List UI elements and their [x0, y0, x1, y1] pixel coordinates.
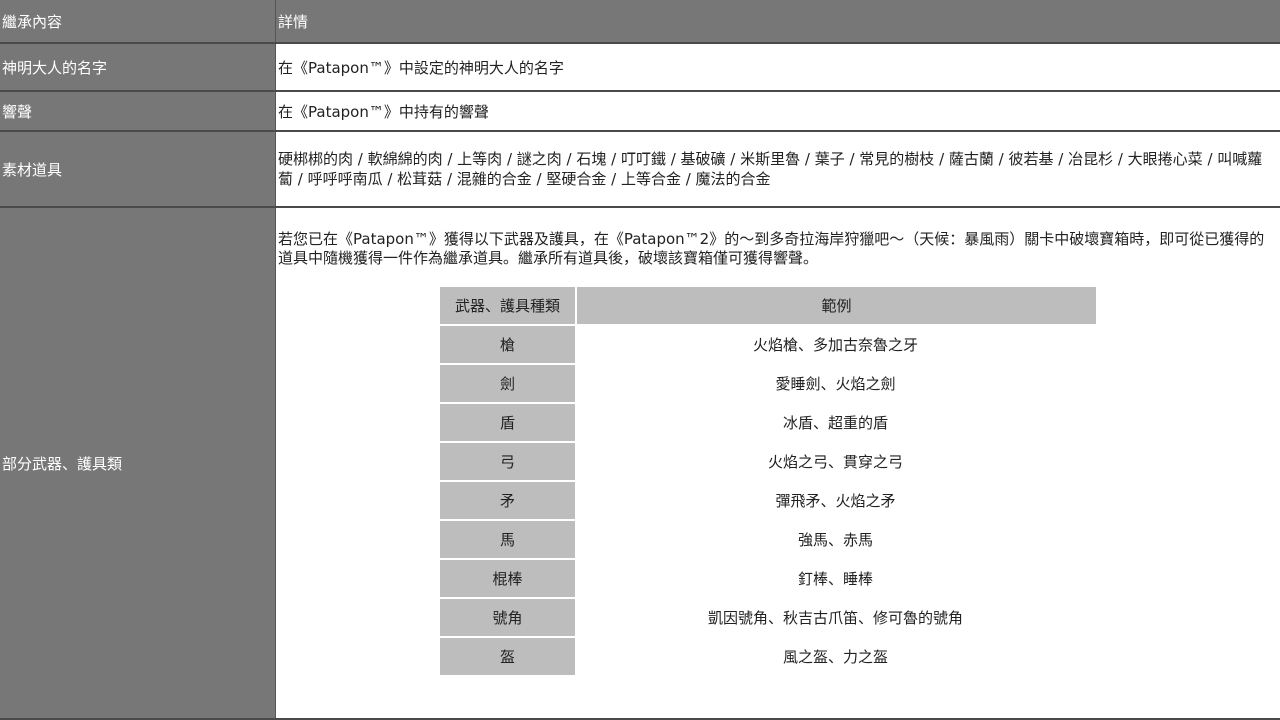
weapon-type: 盔 [440, 638, 575, 675]
weapons-header-type: 武器、護具種類 [440, 287, 575, 324]
weapon-type: 矛 [440, 482, 575, 519]
weapons-row: 劍 愛睡劍、火焰之劍 [440, 365, 1096, 402]
weapon-example: 凱因號角、秋吉古爪笛、修可魯的號角 [707, 609, 963, 627]
weapon-example: 風之盔、力之盔 [782, 648, 888, 666]
weapon-example: 強馬、赤馬 [797, 531, 873, 549]
row-value-sound: 在《Patapon™》中持有的響聲 [278, 102, 489, 121]
weapons-row: 盾 冰盾、超重的盾 [440, 404, 1096, 441]
row-label-materials: 素材道具 [0, 132, 276, 206]
row-label-god-name: 神明大人的名字 [0, 44, 276, 90]
weapon-example: 彈飛矛、火焰之矛 [775, 492, 896, 510]
row-value-materials: 硬梆梆的肉 / 軟綿綿的肉 / 上等肉 / 謎之肉 / 石塊 / 叮叮鐵 / 基… [278, 150, 1263, 188]
weapons-row: 馬 強馬、赤馬 [440, 521, 1096, 558]
weapon-type: 號角 [440, 599, 575, 636]
weapon-example: 愛睡劍、火焰之劍 [775, 375, 896, 393]
table-row: 神明大人的名字 在《Patapon™》中設定的神明大人的名字 [0, 44, 1280, 90]
weapon-type: 槍 [440, 326, 575, 363]
weapon-example: 火焰槍、多加古奈魯之牙 [752, 336, 918, 354]
row-label-weapons: 部分武器、護具類 [0, 208, 276, 718]
weapons-row: 矛 彈飛矛、火焰之矛 [440, 482, 1096, 519]
weapon-type: 盾 [440, 404, 575, 441]
weapon-type: 馬 [440, 521, 575, 558]
weapon-example: 釘棒、睡棒 [797, 570, 873, 588]
weapons-row: 號角 凱因號角、秋吉古爪笛、修可魯的號角 [440, 599, 1096, 636]
weapon-example: 火焰之弓、貫穿之弓 [767, 453, 903, 471]
weapons-header-example: 範例 [577, 287, 1096, 324]
weapons-table-header: 武器、護具種類 範例 [440, 287, 1096, 324]
row-value-god-name: 在《Patapon™》中設定的神明大人的名字 [278, 58, 564, 77]
weapon-example: 冰盾、超重的盾 [782, 414, 888, 432]
weapon-type: 棍棒 [440, 560, 575, 597]
weapons-row: 盔 風之盔、力之盔 [440, 638, 1096, 675]
weapons-row: 弓 火焰之弓、貫穿之弓 [440, 443, 1096, 480]
weapon-type: 弓 [440, 443, 575, 480]
row-label-sound: 響聲 [0, 92, 276, 130]
table-header-row: 繼承內容 詳情 [0, 0, 1280, 42]
table-row: 素材道具 硬梆梆的肉 / 軟綿綿的肉 / 上等肉 / 謎之肉 / 石塊 / 叮叮… [0, 132, 1280, 206]
weapon-type: 劍 [440, 365, 575, 402]
table-row: 響聲 在《Patapon™》中持有的響聲 [0, 92, 1280, 130]
weapons-table: 武器、護具種類 範例 槍 火焰槍、多加古奈魯之牙 劍 愛睡劍、火焰之劍 盾 冰盾… [440, 287, 1096, 677]
weapons-intro-text: 若您已在《Patapon™》獲得以下武器及護具，在《Patapon™2》的～到多… [278, 230, 1265, 267]
weapons-row: 棍棒 釘棒、睡棒 [440, 560, 1096, 597]
weapons-row: 槍 火焰槍、多加古奈魯之牙 [440, 326, 1096, 363]
header-col-details: 詳情 [276, 0, 1280, 42]
inheritance-table: 繼承內容 詳情 神明大人的名字 在《Patapon™》中設定的神明大人的名字 響… [0, 0, 1280, 720]
header-col-inherit: 繼承內容 [0, 0, 276, 42]
